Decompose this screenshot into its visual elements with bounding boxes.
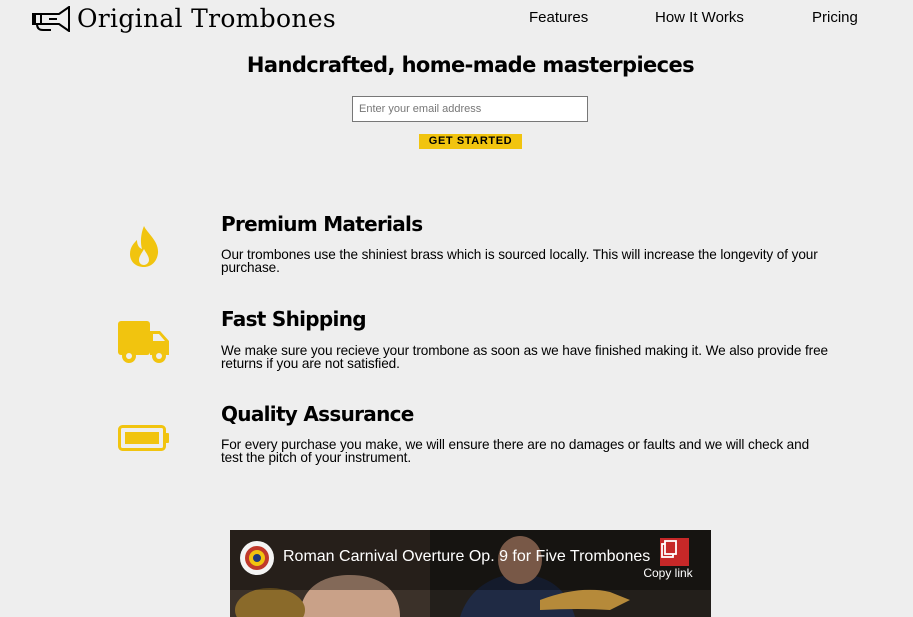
truck-icon [118, 321, 169, 363]
nav-link-features[interactable]: Features [529, 9, 588, 26]
brand-name: Original Trombones [77, 4, 336, 33]
copy-link-label: Copy link [643, 566, 693, 580]
copy-link-button[interactable]: Copy link [640, 538, 696, 586]
nav-link-how-it-works[interactable]: How It Works [655, 9, 744, 26]
video-player[interactable]: Roman Carnival Overture Op. 9 for Five T… [230, 530, 711, 617]
feature-title-fast-shipping: Fast Shipping [221, 307, 367, 331]
battery-full-icon [118, 425, 169, 451]
fire-icon [130, 226, 159, 267]
feature-title-premium-materials: Premium Materials [221, 212, 423, 236]
site-header: Original Trombones Features How It Works… [0, 0, 913, 40]
trombone-icon [32, 5, 70, 32]
copy-icon [660, 538, 689, 566]
video-title[interactable]: Roman Carnival Overture Op. 9 for Five T… [283, 548, 650, 566]
feature-description: Our trombones use the shiniest brass whi… [221, 247, 818, 275]
channel-avatar[interactable] [240, 541, 274, 575]
email-input[interactable] [352, 96, 588, 122]
feature-title-quality-assurance: Quality Assurance [221, 402, 414, 426]
brand-logo[interactable]: Original Trombones [31, 4, 336, 33]
hero-title: Handcrafted, home-made masterpieces [246, 53, 695, 77]
get-started-button[interactable]: GET STARTED [419, 134, 522, 149]
feature-description: For every purchase you make, we will ens… [221, 437, 810, 465]
feature-description: We make sure you recieve your trombone a… [221, 343, 829, 371]
video-thumbnail [230, 530, 711, 617]
nav-link-pricing[interactable]: Pricing [812, 9, 858, 26]
channel-emblem-icon [245, 546, 269, 570]
